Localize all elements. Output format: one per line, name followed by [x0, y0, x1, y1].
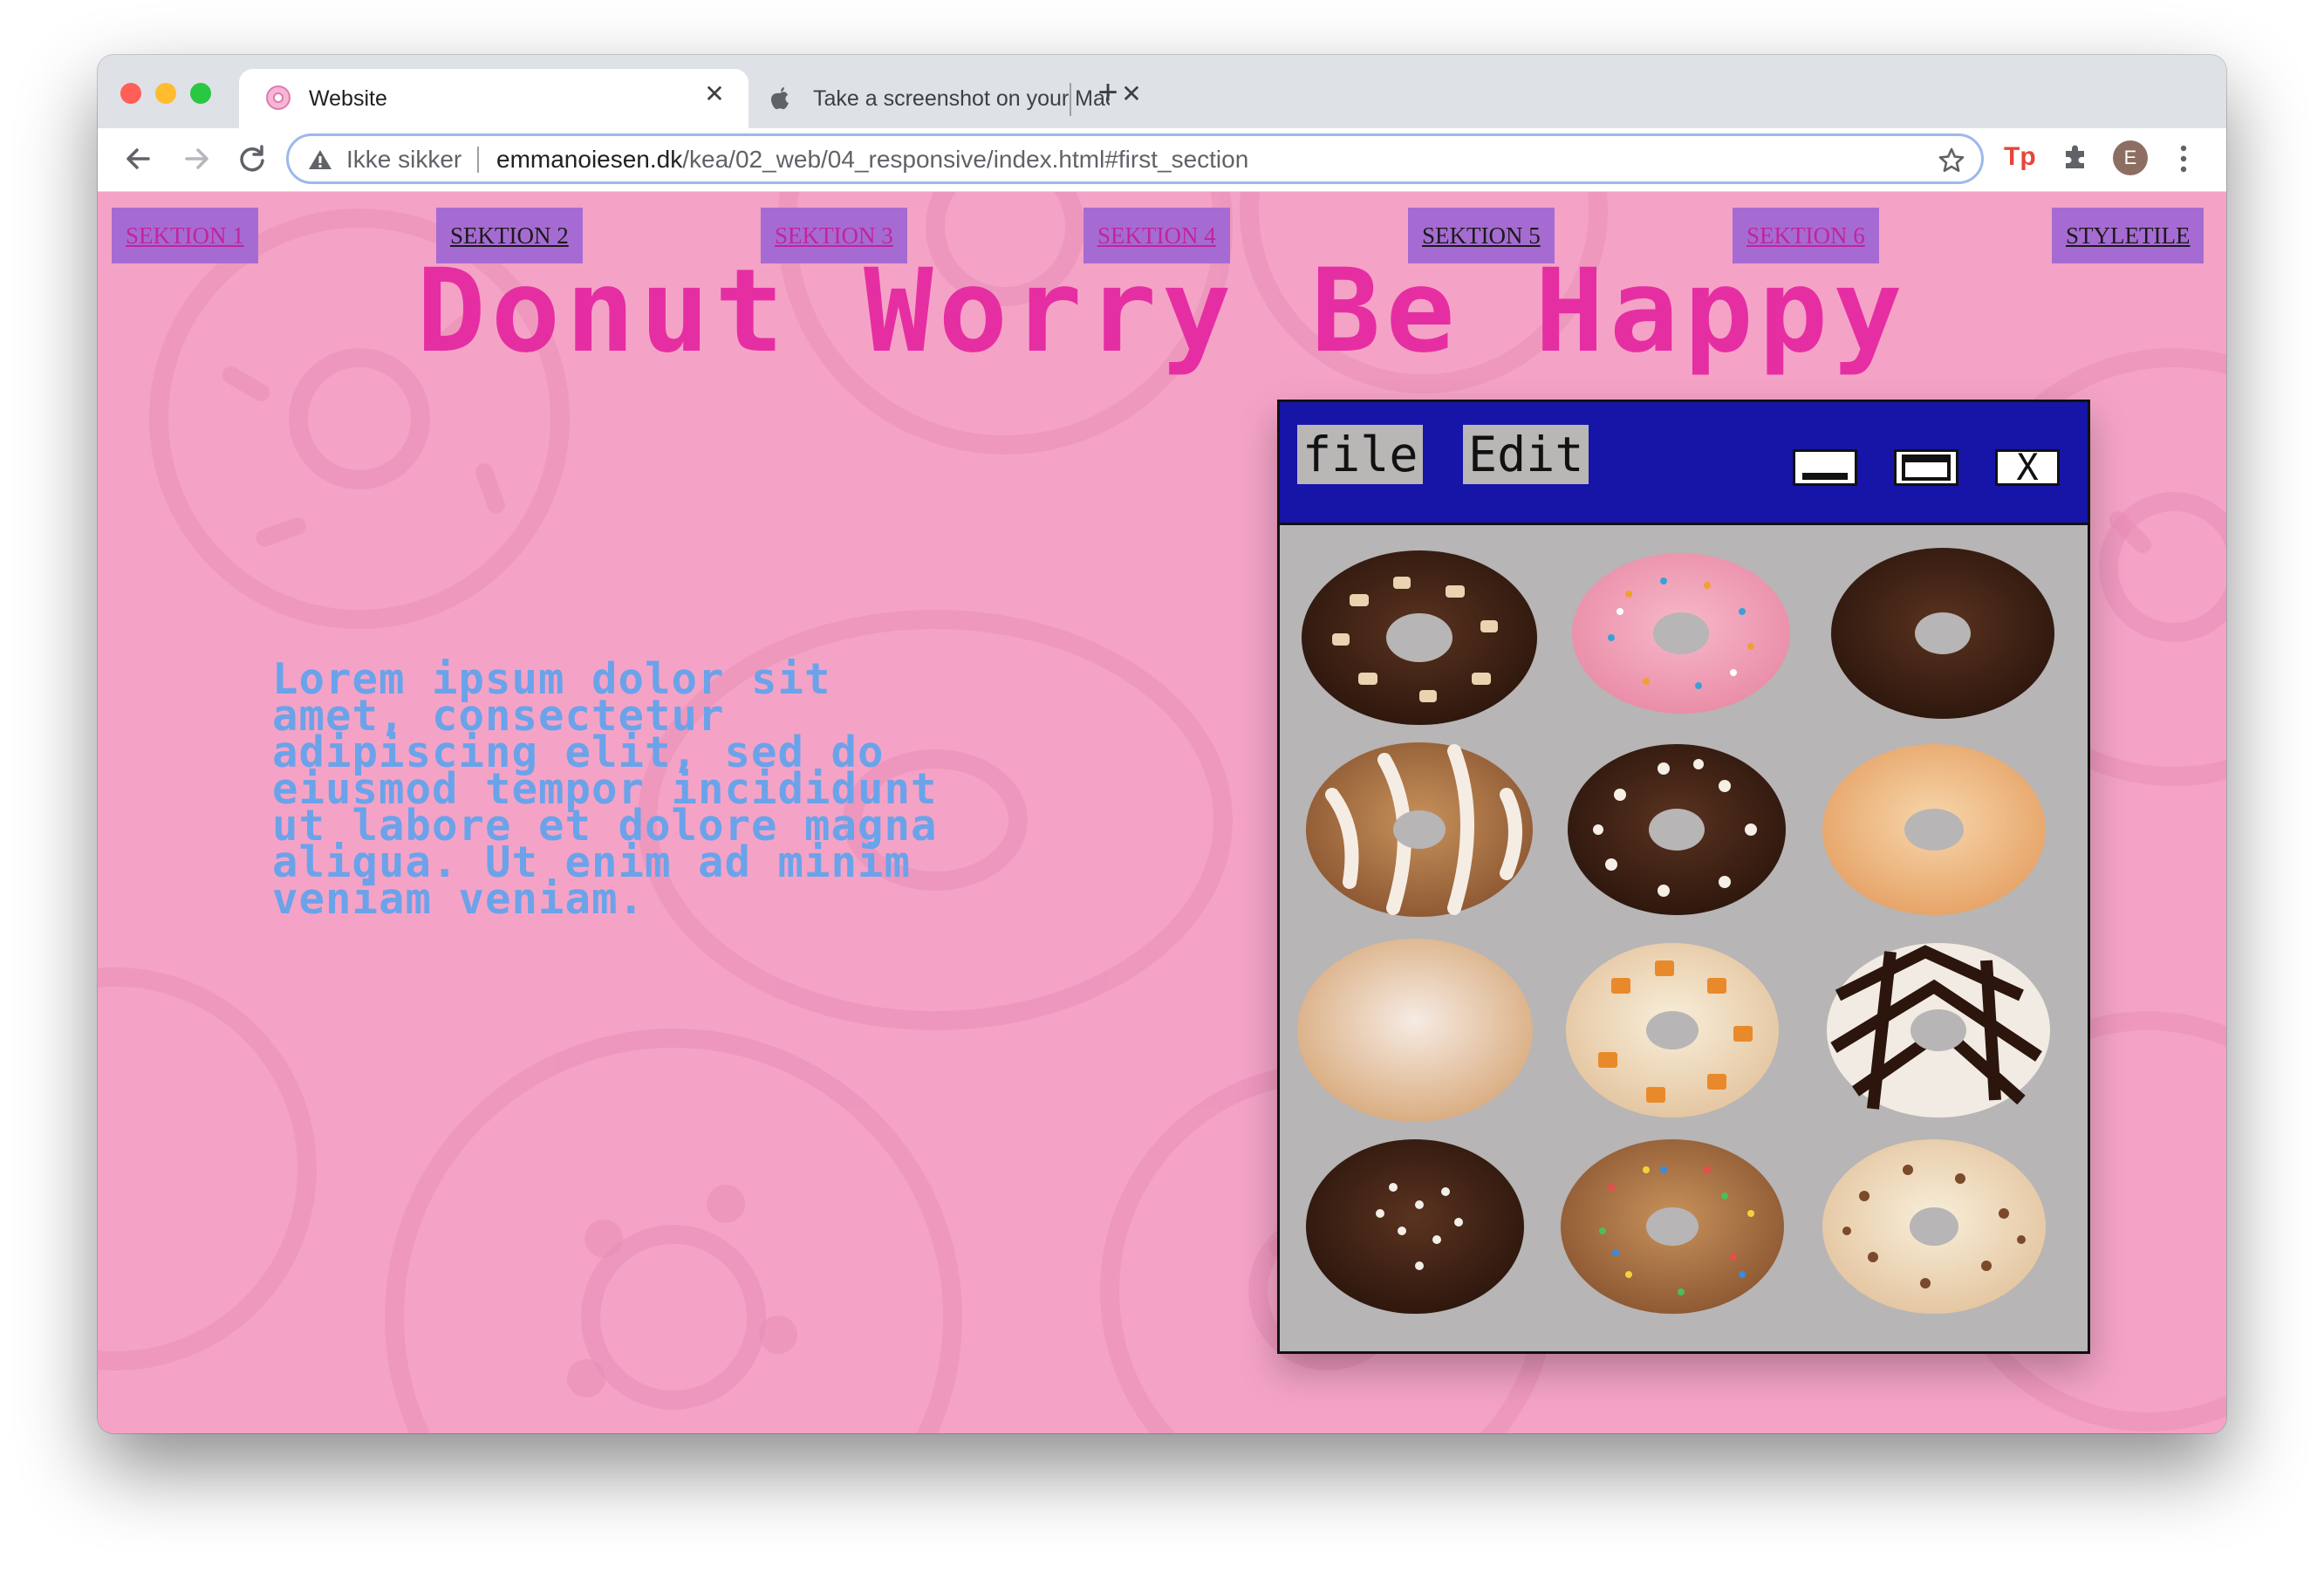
close-button[interactable]: X — [1995, 449, 2060, 486]
zoom-window-button[interactable] — [190, 83, 211, 104]
maximize-button[interactable] — [1894, 449, 1958, 486]
donut-apricot-pieces — [1566, 943, 1779, 1117]
donut-coconut-chocolate — [1306, 1139, 1524, 1314]
maximize-icon — [1902, 455, 1951, 481]
minimize-button[interactable] — [1793, 449, 1857, 486]
close-tab-icon[interactable]: ✕ — [701, 81, 728, 107]
body-paragraph: Lorem ipsum dolor sit amet, consectetur … — [272, 654, 938, 924]
tab-title: Take a screenshot on your Mac — [813, 86, 1110, 111]
tab-title: Website — [309, 86, 387, 111]
security-label[interactable]: Ikke sikker — [346, 146, 461, 174]
tab-website[interactable]: Website ✕ — [239, 69, 748, 128]
bookmark-star-icon[interactable] — [1938, 147, 1965, 174]
browser-toolbar: Ikke sikker emmanoiesen.dk/kea/02_web/04… — [98, 128, 2226, 192]
reload-icon[interactable] — [232, 139, 272, 179]
donut-pink-sprinkles — [1572, 553, 1790, 714]
minimize-window-button[interactable] — [155, 83, 176, 104]
retro-window-titlebar: file Edit X — [1280, 402, 2088, 525]
nav-link-label: STYLETILE — [2066, 222, 2191, 249]
minimize-icon — [1802, 473, 1848, 480]
new-tab-button[interactable]: + — [1090, 75, 1125, 111]
warning-icon — [309, 150, 332, 169]
donut-striped — [1306, 742, 1533, 917]
close-icon: X — [2016, 446, 2039, 489]
donut-sugar-glazed — [1822, 744, 2046, 915]
back-arrow-icon[interactable] — [119, 139, 159, 179]
donut-image-grid — [1297, 548, 2054, 1314]
tp-extension-icon[interactable]: Tp — [2004, 142, 2036, 172]
omnibox-divider — [477, 147, 479, 173]
donut-nut-topped — [1302, 550, 1537, 725]
tab-separator — [1070, 83, 1071, 116]
tab-strip: Website ✕ Take a screenshot on your Mac … — [98, 55, 2226, 128]
donut-chocolate-drizzle — [1827, 943, 2050, 1117]
extensions-puzzle-icon[interactable] — [2061, 142, 2090, 172]
donut-chocolate-shavings — [1822, 1139, 2046, 1314]
donut-favicon-icon — [266, 85, 290, 110]
page-viewport: SEKTION 1 SEKTION 2 SEKTION 3 SEKTION 4 … — [98, 192, 2226, 1433]
address-bar[interactable]: Ikke sikker emmanoiesen.dk/kea/02_web/04… — [286, 133, 1984, 184]
donut-rainbow-sprinkles — [1561, 1139, 1784, 1314]
retro-window: file Edit X — [1277, 400, 2090, 1354]
url-host: emmanoiesen.dk — [496, 146, 683, 173]
close-window-button[interactable] — [120, 83, 141, 104]
donut-chocolate-glazed — [1831, 548, 2054, 719]
donut-powdered — [1297, 939, 1533, 1122]
page-title: Donut Worry Be Happy — [416, 244, 1908, 379]
url-path: /kea/02_web/04_responsive/index.html#fir… — [682, 146, 1249, 173]
donut-chocolate-white-chips — [1568, 744, 1786, 915]
apple-icon — [771, 87, 789, 110]
menu-file[interactable]: file — [1297, 425, 1424, 484]
forward-arrow-icon[interactable] — [176, 139, 216, 179]
browser-window: Website ✕ Take a screenshot on your Mac … — [98, 55, 2226, 1433]
more-menu-icon[interactable] — [2177, 142, 2190, 175]
url-text[interactable]: emmanoiesen.dk/kea/02_web/04_responsive/… — [496, 146, 1248, 174]
menu-edit[interactable]: Edit — [1463, 425, 1589, 484]
profile-avatar[interactable]: E — [2113, 140, 2148, 175]
nav-link-label: SEKTION 1 — [126, 222, 244, 249]
